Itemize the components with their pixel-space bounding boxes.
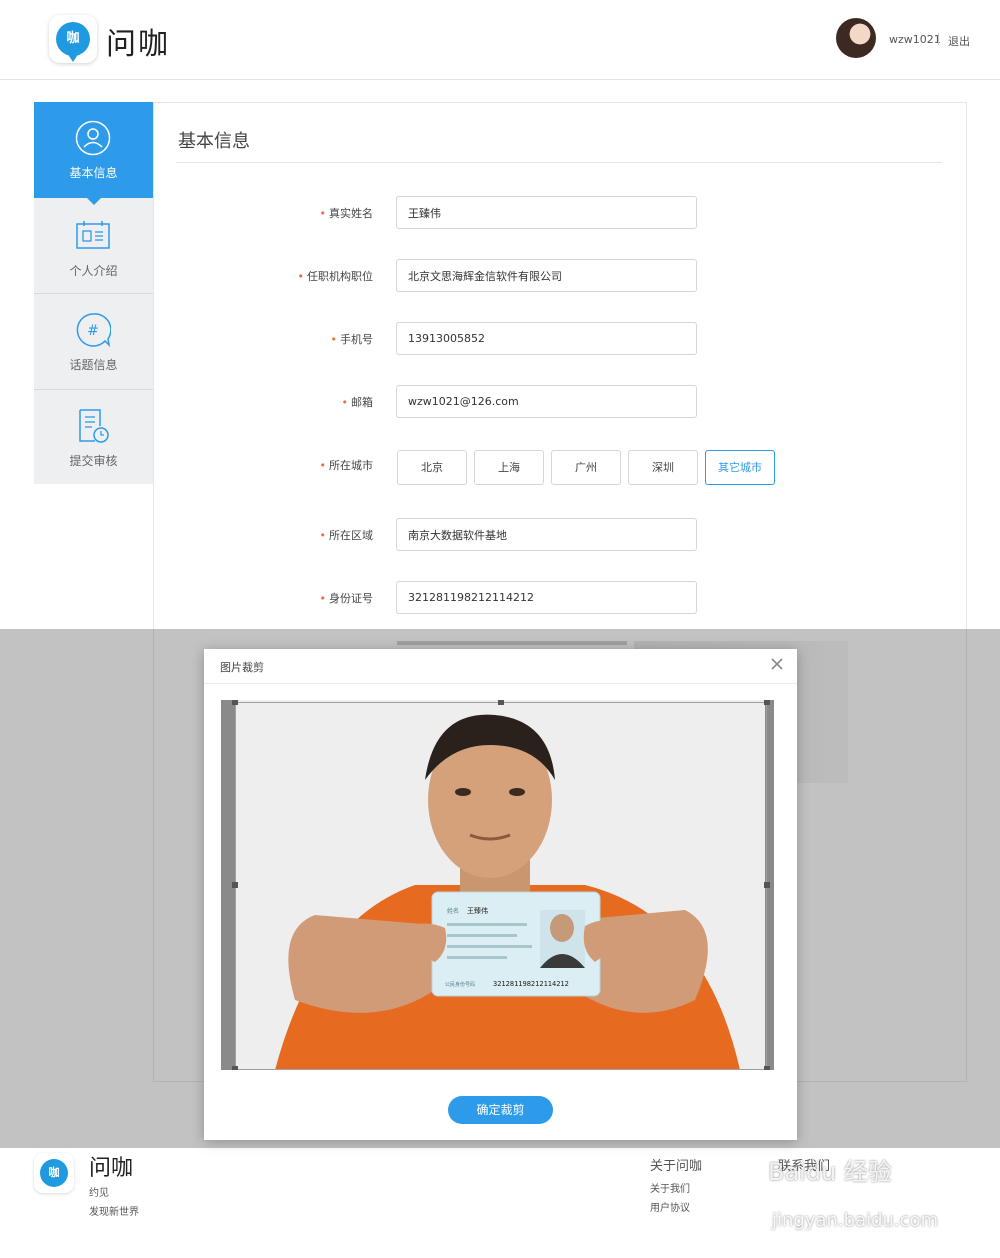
real-name-input[interactable] [396, 196, 697, 229]
footer-logo-glyph: 咖 [40, 1159, 68, 1187]
sidebar-item-label: 话题信息 [69, 358, 118, 372]
logo-bubble-tail [67, 53, 79, 62]
footer-logo[interactable]: 咖 [34, 1153, 74, 1193]
crop-canvas[interactable]: 姓名 王臻伟 公民身份号码 321281198212114212 [221, 700, 774, 1070]
city-option-shanghai[interactable]: 上海 [474, 450, 544, 485]
label-id-number: • 身份证号 [319, 592, 374, 605]
header-divider [938, 33, 939, 45]
sidebar-item-label: 基本信息 [69, 166, 118, 180]
sidebar-item-submit[interactable]: 提交审核 [34, 390, 153, 486]
page-title: 基本信息 [178, 131, 250, 152]
crop-dialog: 图片裁剪 姓名 王臻伟 公民身份号码 321281198212114212 确定… [204, 649, 797, 1140]
dialog-divider [204, 683, 797, 684]
footer-app-name: 问咖 [89, 1156, 134, 1181]
footer-link-user-agreement[interactable]: 用户协议 [650, 1199, 690, 1214]
svg-text:#: # [87, 323, 99, 339]
footer-slogan: 约见 [89, 1188, 109, 1199]
area-input[interactable] [396, 518, 697, 551]
id-card-icon [76, 221, 110, 249]
watermark-url: jingyan.baidu.com [772, 1210, 939, 1231]
crop-handle[interactable] [764, 882, 770, 888]
sidebar-item-label: 个人介绍 [69, 264, 118, 278]
label-city: • 所在城市 [319, 459, 374, 472]
title-divider [176, 162, 942, 163]
sidebar-item-basic-info[interactable]: 基本信息 [34, 102, 153, 205]
label-org: • 任职机构职位 [297, 270, 374, 283]
phone-input[interactable] [396, 322, 697, 355]
close-icon[interactable] [769, 656, 785, 672]
sidebar-item-label: 提交审核 [69, 454, 118, 468]
label-area: • 所在区域 [319, 529, 374, 542]
dialog-title: 图片裁剪 [220, 661, 264, 674]
app-name[interactable]: 问咖 [106, 19, 170, 63]
watermark-logo: Baidu 经验 [768, 1158, 892, 1186]
user-icon [75, 120, 111, 156]
username[interactable]: wzw1021 [889, 33, 941, 46]
id-number-input[interactable] [396, 581, 697, 614]
logout-link[interactable]: 退出 [948, 33, 970, 49]
city-option-other[interactable]: 其它城市 [705, 450, 775, 485]
label-real-name: • 真实姓名 [319, 207, 374, 220]
crop-handle[interactable] [232, 1066, 238, 1070]
label-email: • 邮箱 [341, 396, 374, 409]
crop-frame[interactable] [235, 702, 767, 1070]
app-logo[interactable]: 咖 [49, 15, 97, 63]
hashtag-icon: # [76, 313, 111, 348]
email-input[interactable] [396, 385, 697, 418]
top-header: 咖 问咖 wzw1021 退出 [0, 0, 1000, 80]
footer-slogan: 发现新世界 [89, 1207, 139, 1218]
confirm-crop-button[interactable]: 确定裁剪 [448, 1096, 553, 1124]
footer-about-title: 关于问咖 [650, 1159, 703, 1174]
city-option-guangzhou[interactable]: 广州 [551, 450, 621, 485]
avatar[interactable] [836, 18, 876, 58]
crop-handle[interactable] [232, 700, 238, 705]
sidebar: 基本信息 个人介绍 # 话题信息 提交审核 [34, 102, 153, 484]
sidebar-item-intro[interactable]: 个人介绍 [34, 198, 153, 294]
crop-handle[interactable] [232, 882, 238, 888]
sidebar-item-topics[interactable]: # 话题信息 [34, 294, 153, 390]
crop-handle[interactable] [764, 700, 770, 705]
city-option-shenzhen[interactable]: 深圳 [628, 450, 698, 485]
city-option-beijing[interactable]: 北京 [397, 450, 467, 485]
org-position-input[interactable] [396, 259, 697, 292]
label-phone: • 手机号 [330, 333, 374, 346]
crop-handle[interactable] [764, 1066, 770, 1070]
crop-handle[interactable] [498, 700, 504, 705]
logo-glyph: 咖 [56, 22, 90, 56]
document-clock-icon [79, 409, 109, 443]
footer-link-about-us[interactable]: 关于我们 [650, 1180, 690, 1195]
